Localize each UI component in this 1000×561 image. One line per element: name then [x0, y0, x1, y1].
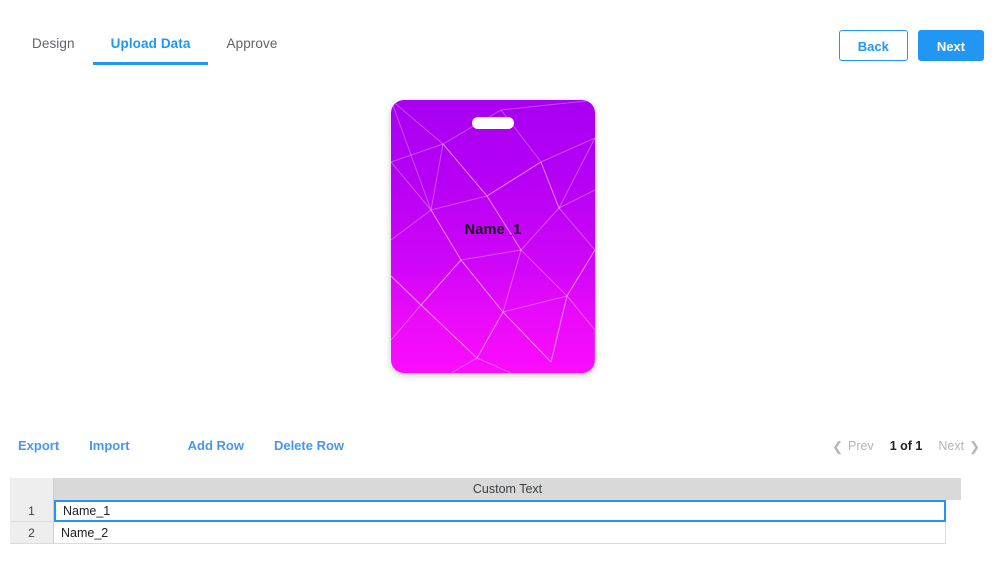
tab-design-label: Design — [32, 36, 75, 51]
column-header-custom-text[interactable]: Custom Text — [54, 478, 961, 500]
pagination-page-indicator: 1 of 1 — [889, 439, 923, 453]
data-grid-header: Custom Text — [10, 478, 961, 500]
tab-approve-label: Approve — [226, 36, 278, 51]
export-button[interactable]: Export — [18, 438, 59, 453]
pagination: ❮ Prev 1 of 1 Next ❯ — [832, 439, 980, 453]
table-toolbar: Export Import Add Row Delete Row ❮ Prev … — [0, 438, 1000, 470]
next-button[interactable]: Next — [917, 30, 984, 61]
tab-upload-data[interactable]: Upload Data — [92, 28, 209, 65]
data-grid: Custom Text 1 Name_1 2 Name_2 — [10, 478, 961, 544]
chevron-right-icon: ❯ — [969, 438, 980, 454]
table-row[interactable]: 2 Name_2 — [10, 522, 961, 544]
pagination-next-button[interactable]: Next ❯ — [938, 439, 980, 453]
badge-preview-card[interactable]: Name_1 — [391, 100, 595, 373]
header-actions: Back Next — [838, 30, 984, 61]
tab-approve[interactable]: Approve — [208, 28, 295, 65]
table-row[interactable]: 1 Name_1 — [10, 500, 961, 522]
row-index: 1 — [10, 500, 54, 522]
row-index: 2 — [10, 522, 54, 544]
add-row-button[interactable]: Add Row — [188, 438, 244, 453]
import-button[interactable]: Import — [89, 438, 129, 453]
pagination-prev-label: Prev — [848, 439, 874, 453]
cell-custom-text[interactable]: Name_1 — [54, 500, 946, 522]
wizard-tabs: Design Upload Data Approve — [14, 28, 295, 65]
pagination-next-label: Next — [938, 439, 965, 453]
app-header: Design Upload Data Approve Back Next — [0, 0, 1000, 70]
toolbar-actions: Export Import Add Row Delete Row — [18, 438, 374, 453]
delete-row-button[interactable]: Delete Row — [274, 438, 344, 453]
back-button[interactable]: Back — [838, 30, 908, 61]
tab-upload-data-label: Upload Data — [110, 36, 191, 51]
pagination-prev-button[interactable]: ❮ Prev — [832, 439, 874, 453]
badge-custom-text: Name_1 — [464, 222, 522, 238]
badge-preview-area: Name_1 — [0, 70, 1000, 425]
badge-hang-slot-icon — [472, 117, 514, 129]
cell-custom-text[interactable]: Name_2 — [54, 522, 946, 544]
tab-design[interactable]: Design — [14, 28, 93, 65]
column-header-index — [10, 478, 54, 500]
chevron-left-icon: ❮ — [832, 438, 844, 454]
